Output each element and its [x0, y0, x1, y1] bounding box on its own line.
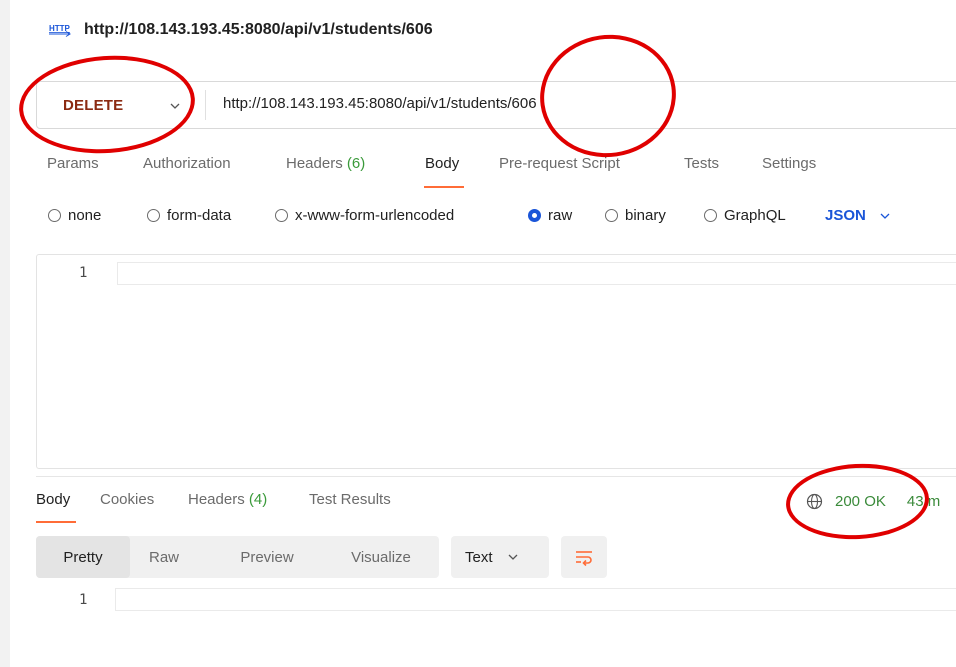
radio-circle — [605, 209, 618, 222]
wrap-icon — [576, 551, 592, 567]
line-number: 1 — [79, 265, 88, 281]
radio-x-www-form-urlencoded[interactable]: x-www-form-urlencoded — [275, 207, 454, 224]
format-preview-button[interactable]: Preview — [219, 536, 315, 578]
request-title: http://108.143.193.45:8080/api/v1/studen… — [84, 21, 433, 38]
radio-circle — [275, 209, 288, 222]
svg-text:HTTP: HTTP — [49, 24, 71, 33]
text-type-label: Text — [465, 548, 493, 566]
tab-body[interactable]: Body — [425, 155, 459, 172]
radio-label: raw — [548, 207, 573, 224]
radio-raw[interactable]: raw — [528, 207, 572, 224]
tab-headers[interactable]: Headers (6) — [286, 155, 365, 172]
radio-label: none — [68, 207, 102, 224]
radio-none[interactable]: none — [48, 207, 101, 224]
tab-authorization[interactable]: Authorization — [143, 155, 231, 172]
radio-circle-selected — [528, 209, 541, 222]
format-raw-button[interactable]: Raw — [136, 536, 192, 578]
response-text-type-select[interactable]: Text — [451, 536, 549, 578]
response-tab-headers-label: Headers — [188, 491, 245, 508]
format-pretty-button[interactable]: Pretty — [36, 536, 130, 578]
response-line-number: 1 — [79, 592, 88, 608]
section-divider — [36, 476, 956, 477]
response-tab-headers-count: (4) — [248, 491, 268, 508]
format-visualize-button[interactable]: Visualize — [331, 536, 431, 578]
url-bar: DELETE — [36, 81, 956, 129]
status-code[interactable]: 200 OK — [835, 493, 886, 510]
radio-form-data[interactable]: form-data — [147, 207, 231, 224]
tab-settings[interactable]: Settings — [762, 155, 816, 172]
method-label: DELETE — [63, 96, 124, 114]
response-tab-headers[interactable]: Headers (4) — [188, 491, 267, 508]
request-title-row: HTTP http://108.143.193.45:8080/api/v1/s… — [47, 18, 433, 42]
response-tab-cookies[interactable]: Cookies — [100, 491, 154, 508]
wrap-lines-button[interactable] — [561, 536, 607, 578]
chevron-down-icon — [508, 554, 517, 560]
radio-circle — [48, 209, 61, 222]
code-line[interactable] — [117, 262, 956, 285]
radio-label: GraphQL — [724, 207, 786, 224]
response-code-line[interactable] — [115, 588, 956, 611]
active-tab-underline — [36, 521, 76, 523]
tab-headers-label: Headers — [286, 155, 343, 172]
tab-params[interactable]: Params — [47, 155, 99, 172]
tab-tests[interactable]: Tests — [684, 155, 719, 172]
response-tab-test-results[interactable]: Test Results — [309, 491, 391, 508]
chevron-down-icon — [169, 99, 181, 117]
response-status-area: 200 OK 43 m — [806, 491, 940, 511]
tab-pre-request-script[interactable]: Pre-request Script — [499, 155, 620, 172]
globe-icon[interactable] — [806, 493, 823, 510]
radio-graphql[interactable]: GraphQL — [704, 207, 786, 224]
chevron-down-icon — [879, 210, 891, 222]
response-tab-body[interactable]: Body — [36, 491, 70, 508]
response-format-selector: Pretty Raw Preview Visualize — [36, 536, 439, 578]
body-language-select[interactable]: JSON — [825, 207, 891, 224]
active-tab-underline — [424, 186, 464, 188]
body-language-label: JSON — [825, 207, 866, 224]
radio-label: form-data — [167, 207, 232, 224]
radio-binary[interactable]: binary — [605, 207, 666, 224]
response-time[interactable]: 43 m — [907, 493, 940, 510]
url-input[interactable] — [223, 95, 923, 112]
radio-label: x-www-form-urlencoded — [295, 207, 455, 224]
url-divider — [205, 90, 206, 120]
radio-label: binary — [625, 207, 666, 224]
radio-circle — [704, 209, 717, 222]
request-body-editor[interactable]: 1 — [36, 254, 956, 469]
tab-headers-count: (6) — [346, 155, 366, 172]
http-icon: HTTP — [47, 21, 73, 40]
left-strip — [0, 0, 10, 667]
method-select[interactable]: DELETE — [37, 82, 205, 128]
radio-circle — [147, 209, 160, 222]
